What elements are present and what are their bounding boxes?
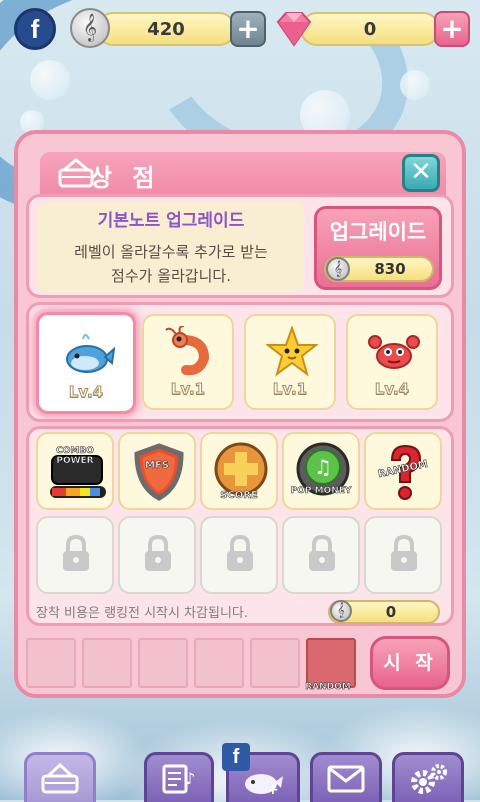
treble-clef-coin-icon: 𝄞 [330,600,352,622]
item-random[interactable]: RANDOM [364,432,442,510]
equip-slot[interactable] [250,638,300,688]
svg-text:+: + [267,782,279,796]
pink-diamond-icon [276,12,312,47]
item-score-plus[interactable]: SCORE [200,432,278,510]
lock-icon [145,534,171,571]
basket-icon [58,158,94,188]
svg-text:♫: ♫ [314,455,332,479]
pop-money-label: POP MONEY [290,486,352,497]
crab-level: Lv.4 [374,380,410,399]
add-coins-button[interactable]: + [230,11,266,47]
envelope-icon [327,765,365,792]
upgrade-description: 레벨이 올라갈수록 추가로 받는 점수가 올라갑니다. [40,240,302,288]
equip-slot[interactable] [26,638,76,688]
mfs-label: MFS [145,460,170,472]
equip-slot[interactable] [82,638,132,688]
crab-icon [368,335,420,369]
start-button[interactable]: 시 작 [370,636,450,690]
equip-slot-random[interactable] [306,638,356,688]
score-label: SCORE [220,490,258,502]
add-gems-button[interactable]: + [434,11,470,47]
close-button[interactable]: ✕ [402,154,440,192]
nav-messages[interactable] [310,752,382,802]
equip-cost-value: 0 [385,603,397,621]
gem-count: 0 [363,18,377,40]
treble-clef-coin-icon: 𝄞 [70,8,110,48]
lock-icon [309,534,335,571]
top-bar: f 420 𝄞 + 0 + [0,0,480,56]
upgrade-button-label: 업그레이드 [329,220,427,244]
whale-level: Lv.4 [68,383,104,402]
locked-slot[interactable] [282,516,360,594]
character-shrimp[interactable]: Lv.1 [142,314,234,410]
svg-text:♪: ♪ [185,769,195,788]
shrimp-icon [165,326,210,376]
starfish-icon [266,326,318,377]
whale-icon [66,334,115,373]
character-crab[interactable]: Lv.4 [346,314,438,410]
random-slot-label: RANDOM [305,682,351,693]
coin-count: 420 [147,18,185,40]
locked-slot[interactable] [364,516,442,594]
nav-settings[interactable] [392,752,464,802]
lock-icon [391,534,417,571]
treble-clef-coin-icon: 𝄞 [326,257,350,281]
equip-cost-notice: 장착 비용은 랭킹전 시작시 차감됩니다. [36,606,249,621]
nav-music-list[interactable]: ♪ [144,752,214,802]
basket-icon [41,762,79,793]
character-whale[interactable]: Lv.4 [36,312,136,414]
lock-icon [227,534,253,571]
shrimp-level: Lv.1 [170,380,206,399]
equip-slot[interactable] [138,638,188,688]
locked-slot[interactable] [36,516,114,594]
gear-icon [411,763,447,794]
gem-balance: 0 [300,12,440,46]
character-starfish[interactable]: Lv.1 [244,314,336,410]
combo-power-label: COMBO POWER [56,446,94,467]
coin-balance: 420 [96,12,236,46]
nav-shop[interactable] [24,752,96,802]
facebook-button[interactable]: f [14,8,56,50]
upgrade-title: 기본노트 업그레이드 [97,211,245,231]
locked-slot[interactable] [118,516,196,594]
item-pop-money[interactable]: ♫ POP MONEY [282,432,360,510]
upgrade-cost-value: 830 [374,260,406,278]
lock-icon [63,534,89,571]
upgrade-desc-line2: 점수가 올라갑니다. [111,267,231,285]
locked-slot[interactable] [200,516,278,594]
shop-title: 상 점 [90,164,161,192]
music-list-icon: ♪ [162,764,195,793]
item-combo-power[interactable]: COMBO POWER [36,432,114,510]
upgrade-desc-line1: 레벨이 올라갈수록 추가로 받는 [74,243,268,261]
shield-icon [134,443,184,501]
item-mfs-shield[interactable]: MFS [118,432,196,510]
facebook-icon: f [222,743,250,771]
equip-slot[interactable] [194,638,244,688]
starfish-level: Lv.1 [272,380,308,399]
